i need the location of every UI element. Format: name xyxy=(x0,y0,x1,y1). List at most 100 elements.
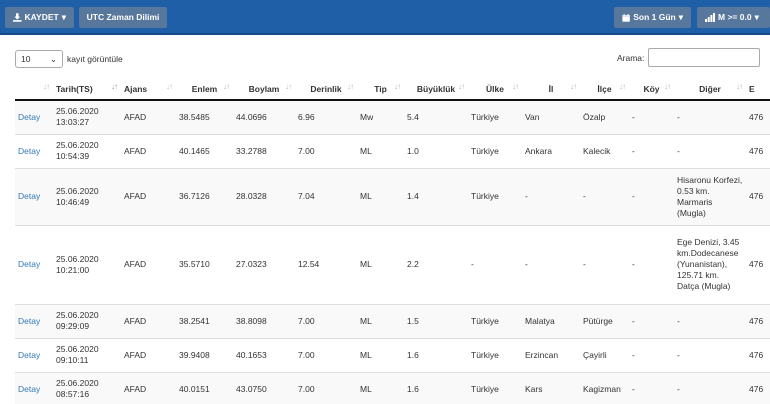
sort-icon: ↓↑ xyxy=(394,82,401,91)
district-cell: Çayirli xyxy=(580,337,629,372)
latitude-cell: 40.1465 xyxy=(176,133,233,168)
chevron-down-icon: ⌄ xyxy=(49,54,57,64)
detail-link[interactable]: Detay xyxy=(15,224,53,304)
type-cell: ML xyxy=(357,224,404,304)
longitude-cell: 27.0323 xyxy=(233,224,295,304)
date-cell: 25.06.2020 10:46:49 xyxy=(53,167,121,225)
other-cell: Hisaronu Korfezi, 0.53 km. Marmaris (Mug… xyxy=(674,167,746,225)
col-latitude-header-label: Enlem xyxy=(191,83,218,94)
latitude-cell: 38.5485 xyxy=(176,99,233,134)
time-text: 08:57:16 xyxy=(56,389,90,400)
date-cell: 25.06.2020 10:54:39 xyxy=(53,133,121,168)
table-row: Detay 25.06.2020 08:57:16 AFAD 40.0151 43.075… xyxy=(15,371,770,404)
detail-link[interactable]: Detay xyxy=(18,112,40,122)
longitude-cell: 44.0696 xyxy=(233,99,295,134)
event-cell: 476 xyxy=(746,224,770,304)
magnitude-cell: 5.4 xyxy=(404,99,468,134)
depth-cell: 7.00 xyxy=(295,133,357,168)
date-text: 25.06.2020 xyxy=(56,253,99,264)
latitude-cell: 39.9408 xyxy=(176,337,233,372)
sort-icon: ↓↑ xyxy=(111,82,118,91)
col-village-header[interactable]: Köy ↓↑ xyxy=(629,78,674,101)
latitude-cell: 36.7126 xyxy=(176,167,233,225)
detail-link[interactable]: Detay xyxy=(15,133,53,168)
time-text: 13:03:27 xyxy=(56,117,90,128)
col-longitude-header[interactable]: Boylam ↓↑ xyxy=(233,78,295,101)
col-latitude-header[interactable]: Enlem ↓↑ xyxy=(176,78,233,101)
col-type-header-label: Tip xyxy=(374,83,387,94)
date-cell: 25.06.2020 09:29:09 xyxy=(53,303,121,338)
date-text: 25.06.2020 xyxy=(56,310,99,320)
village-cell: - xyxy=(629,303,674,338)
earthquake-table: ↓↑ Tarih(TS) ↓↑ Ajans ↓↑ Enlem ↓↑ Boylam ↓↑ Derin… xyxy=(15,78,770,404)
magnitude-filter-button[interactable]: M >= 0.0 ▾ xyxy=(697,7,770,28)
save-button-label: KAYDET xyxy=(24,12,59,22)
sort-icon: ↓↑ xyxy=(512,82,519,91)
time-range-button[interactable]: Son 1 Gün ▾ xyxy=(614,7,691,28)
detail-link[interactable]: Detay xyxy=(15,337,53,372)
col-other-header[interactable]: Diğer ↓↑ xyxy=(674,78,746,101)
col-district-header[interactable]: İlçe ↓↑ xyxy=(580,78,629,101)
caret-down-icon: ▾ xyxy=(678,12,683,22)
search-input[interactable] xyxy=(648,48,761,67)
save-button[interactable]: KAYDET ▾ xyxy=(5,7,74,28)
col-agency-header[interactable]: Ajans ↓↑ xyxy=(121,78,176,101)
time-text: 09:29:09 xyxy=(56,321,90,331)
depth-cell: 7.00 xyxy=(295,303,357,338)
detail-link[interactable]: Detay xyxy=(18,316,40,326)
agency-cell: AFAD xyxy=(121,337,176,372)
page-length-label: kayıt görüntüle xyxy=(67,54,123,64)
col-type-header[interactable]: Tip ↓↑ xyxy=(357,78,404,101)
event-cell: 476 xyxy=(746,167,770,225)
magnitude-cell: 1.0 xyxy=(404,133,468,168)
detail-link[interactable]: Detay xyxy=(15,99,53,134)
country-cell: Türkiye xyxy=(468,337,522,372)
detail-link[interactable]: Detay xyxy=(18,259,40,269)
col-detail-header[interactable]: ↓↑ xyxy=(15,78,53,101)
province-cell: Kars xyxy=(522,371,580,404)
type-cell: ML xyxy=(357,337,404,372)
page-length-select[interactable]: 10 ⌄ xyxy=(15,50,63,68)
time-text: 09:10:11 xyxy=(56,355,89,365)
type-cell: ML xyxy=(357,371,404,404)
col-longitude-header-label: Boylam xyxy=(248,83,280,94)
download-icon xyxy=(13,13,22,22)
sort-icon: ↓↑ xyxy=(619,82,626,91)
col-magnitude-header[interactable]: Büyüklük ↓↑ xyxy=(404,78,468,101)
search-label: Arama: xyxy=(617,52,645,63)
other-cell: - xyxy=(674,133,746,168)
event-cell: 476 xyxy=(746,337,770,372)
utc-button-label: UTC Zaman Dilimi xyxy=(86,12,160,22)
page-length-value: 10 xyxy=(21,54,31,64)
depth-cell: 12.54 xyxy=(295,224,357,304)
detail-link[interactable]: Detay xyxy=(18,146,40,156)
country-cell: Türkiye xyxy=(468,99,522,134)
detail-link[interactable]: Detay xyxy=(15,167,53,225)
search-control: Arama: xyxy=(617,48,761,67)
type-cell: Mw xyxy=(357,99,404,134)
village-cell: - xyxy=(629,371,674,404)
latitude-cell: 38.2541 xyxy=(176,303,233,338)
detail-link[interactable]: Detay xyxy=(18,191,40,201)
magnitude-cell: 1.4 xyxy=(404,167,468,225)
col-country-header[interactable]: Ülke ↓↑ xyxy=(468,78,522,101)
utc-timezone-button[interactable]: UTC Zaman Dilimi xyxy=(79,7,167,28)
detail-link[interactable]: Detay xyxy=(15,303,53,338)
col-date-header[interactable]: Tarih(TS) ↓↑ xyxy=(53,78,121,101)
depth-cell: 7.00 xyxy=(295,371,357,404)
detail-link[interactable]: Detay xyxy=(18,384,40,394)
event-cell: 476 xyxy=(746,133,770,168)
col-event-header[interactable]: E xyxy=(746,78,770,101)
village-cell: - xyxy=(629,99,674,134)
district-cell: - xyxy=(580,167,629,225)
detail-link[interactable]: Detay xyxy=(15,371,53,404)
sort-icon: ↓↑ xyxy=(664,82,671,91)
sort-icon: ↓↑ xyxy=(570,82,577,91)
col-province-header[interactable]: İl ↓↑ xyxy=(522,78,580,101)
signal-bars-icon xyxy=(705,13,715,22)
district-cell: - xyxy=(580,224,629,304)
detail-link[interactable]: Detay xyxy=(18,350,40,360)
col-depth-header[interactable]: Derinlik ↓↑ xyxy=(295,78,357,101)
longitude-cell: 40.1653 xyxy=(233,337,295,372)
type-cell: ML xyxy=(357,133,404,168)
